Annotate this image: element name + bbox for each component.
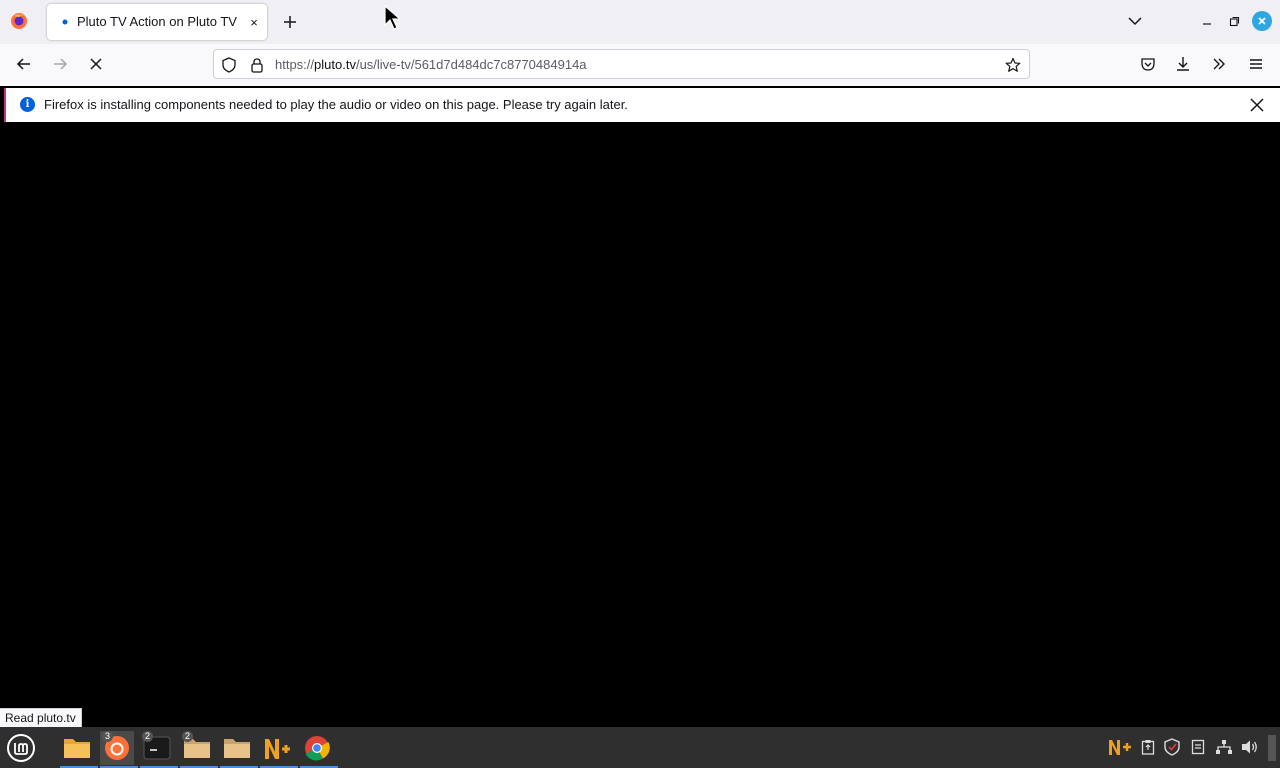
clipboard-tray-icon[interactable] <box>1138 737 1158 757</box>
notification-message: Firefox is installing components needed … <box>44 97 628 112</box>
new-tab-button[interactable] <box>278 10 302 34</box>
app-launcher-n-plus-icon[interactable] <box>260 731 298 768</box>
window-close-button[interactable] <box>1252 11 1272 31</box>
firefox-taskbar-icon[interactable]: 3 <box>100 731 138 768</box>
lock-icon[interactable] <box>248 56 266 74</box>
status-panel: Read pluto.tv <box>0 708 82 728</box>
notes-tray-icon[interactable] <box>1188 737 1208 757</box>
notification-close-button[interactable] <box>1248 96 1266 114</box>
terminal-icon[interactable]: 2 <box>140 731 178 768</box>
pocket-icon[interactable] <box>1134 50 1162 78</box>
video-player-area[interactable] <box>0 125 1280 727</box>
notification-bar: i Firefox is installing components neede… <box>4 88 1280 122</box>
archive-folder-icon[interactable] <box>220 731 258 768</box>
mint-menu-icon[interactable] <box>4 731 38 765</box>
show-desktop-button[interactable] <box>1268 735 1276 761</box>
firefox-view-icon[interactable] <box>8 10 30 32</box>
downloads-icon[interactable] <box>1169 50 1197 78</box>
network-tray-icon[interactable] <box>1214 737 1234 757</box>
security-shield-tray-icon[interactable] <box>1162 737 1182 757</box>
files-window-count-badge: 2 <box>182 731 194 742</box>
hamburger-menu-icon[interactable] <box>1242 50 1270 78</box>
bookmark-star-icon[interactable] <box>1004 56 1022 74</box>
url-host: pluto.tv <box>314 57 356 72</box>
tab-close-button[interactable]: × <box>246 13 262 31</box>
info-icon: i <box>20 97 35 112</box>
back-button[interactable] <box>10 50 38 78</box>
terminal-window-count-badge: 2 <box>142 731 154 742</box>
update-manager-tray-icon[interactable] <box>1108 737 1132 757</box>
active-tab[interactable]: Pluto TV Action on Pluto TV × <box>47 4 267 40</box>
minimize-button[interactable] <box>1196 10 1218 32</box>
maximize-button[interactable] <box>1223 10 1245 32</box>
taskbar: 3 2 2 <box>0 727 1280 768</box>
more-tools-chevron-icon[interactable] <box>1205 50 1233 78</box>
mouse-cursor-icon <box>384 5 402 30</box>
forward-button[interactable] <box>46 50 74 78</box>
file-manager-folder-icon[interactable] <box>60 731 98 768</box>
tracking-protection-shield-icon[interactable] <box>220 56 238 74</box>
chrome-icon[interactable] <box>300 731 338 768</box>
volume-tray-icon[interactable] <box>1240 737 1260 757</box>
url-bar[interactable]: https://pluto.tv/us/live-tv/561d7d484dc7… <box>213 49 1030 79</box>
tab-strip: Pluto TV Action on Pluto TV × <box>0 0 1280 45</box>
firefox-window-count-badge: 3 <box>102 731 114 742</box>
files-folder-icon[interactable]: 2 <box>180 731 218 768</box>
url-path: /us/live-tv/561d7d484dc7c8770484914a <box>355 57 587 72</box>
stop-loading-button[interactable] <box>82 50 110 78</box>
url-scheme: https:// <box>275 57 315 72</box>
list-all-tabs-chevron-down-icon[interactable] <box>1124 10 1146 32</box>
loading-dot-icon <box>59 16 71 28</box>
tab-title: Pluto TV Action on Pluto TV <box>77 14 237 29</box>
url-text[interactable]: https://pluto.tv/us/live-tv/561d7d484dc7… <box>275 57 587 72</box>
